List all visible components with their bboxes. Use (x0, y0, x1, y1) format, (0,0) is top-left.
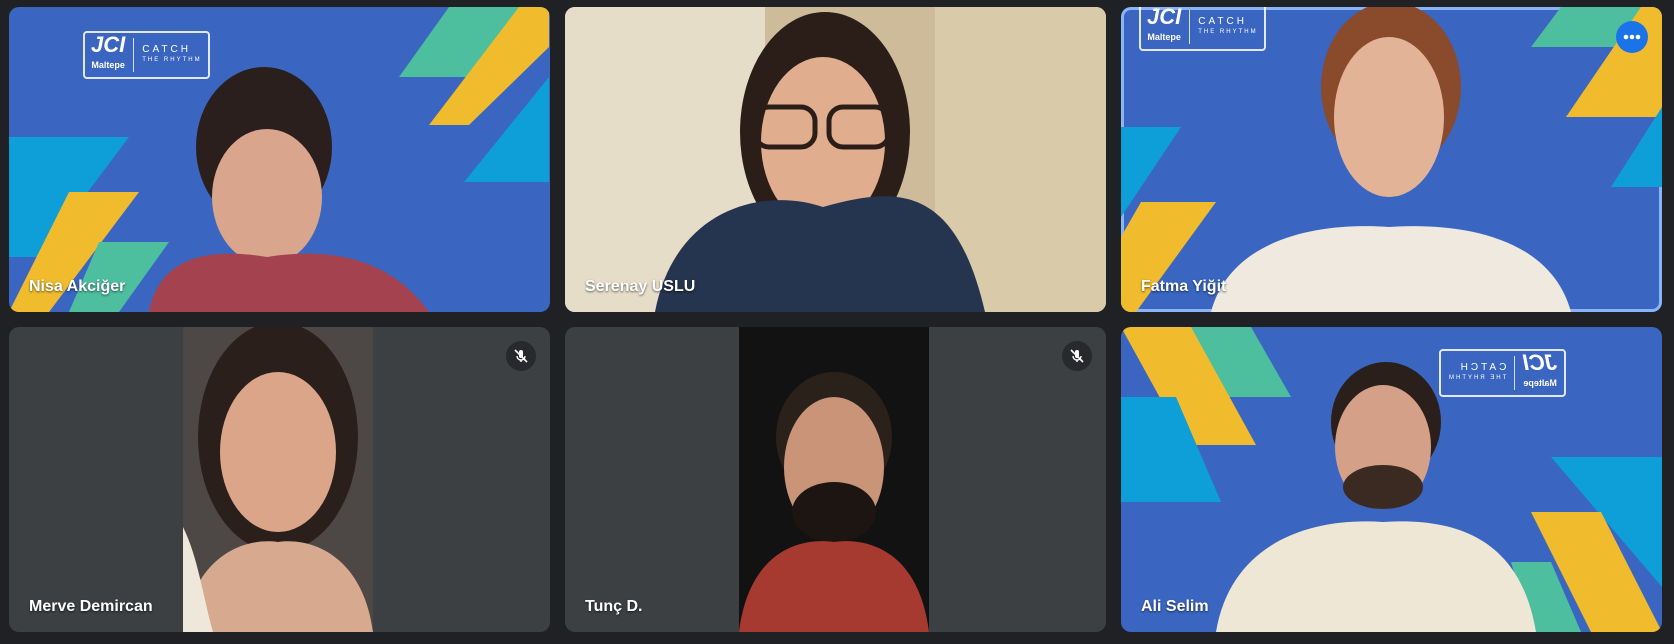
participant-name: Ali Selim (1141, 598, 1209, 615)
mic-off-icon (1070, 349, 1084, 363)
participant-name: Serenay USLU (585, 278, 696, 295)
video-frame (565, 7, 1106, 312)
more-options-icon (1623, 34, 1641, 40)
participant-tile-merve[interactable]: Merve Demircan (9, 327, 550, 632)
jci-logo: CATCH THE RHYTHM JCI Maltepe (1439, 349, 1566, 397)
participant-name: Nisa Akciğer (29, 278, 126, 295)
muted-indicator (506, 341, 536, 371)
video-frame (739, 327, 929, 632)
background-graphic (1121, 7, 1662, 312)
participant-tile-nisa[interactable]: JCI Maltepe CATCH THE RHYTHM Nisa Akciğer (9, 7, 550, 312)
participant-tile-ali[interactable]: CATCH THE RHYTHM JCI Maltepe Ali Selim (1121, 327, 1662, 632)
participant-tile-serenay[interactable]: Serenay USLU (565, 7, 1106, 312)
participant-tile-tunc[interactable]: Tunç D. (565, 327, 1106, 632)
participant-name: Merve Demircan (29, 598, 153, 615)
mic-off-icon (514, 349, 528, 363)
more-options-button[interactable] (1616, 21, 1648, 53)
jci-logo: JCI Maltepe CATCH THE RHYTHM (1139, 7, 1266, 51)
video-frame (183, 327, 373, 632)
muted-indicator (1062, 341, 1092, 371)
participant-tile-fatma[interactable]: JCI Maltepe CATCH THE RHYTHM Fatma Yiğit (1121, 7, 1662, 312)
background-graphic (1121, 327, 1662, 632)
participant-name: Fatma Yiğit (1141, 278, 1227, 295)
jci-logo: JCI Maltepe CATCH THE RHYTHM (83, 31, 210, 79)
video-grid: JCI Maltepe CATCH THE RHYTHM Nisa Akciğer … (0, 0, 1674, 644)
participant-name: Tunç D. (585, 598, 643, 615)
